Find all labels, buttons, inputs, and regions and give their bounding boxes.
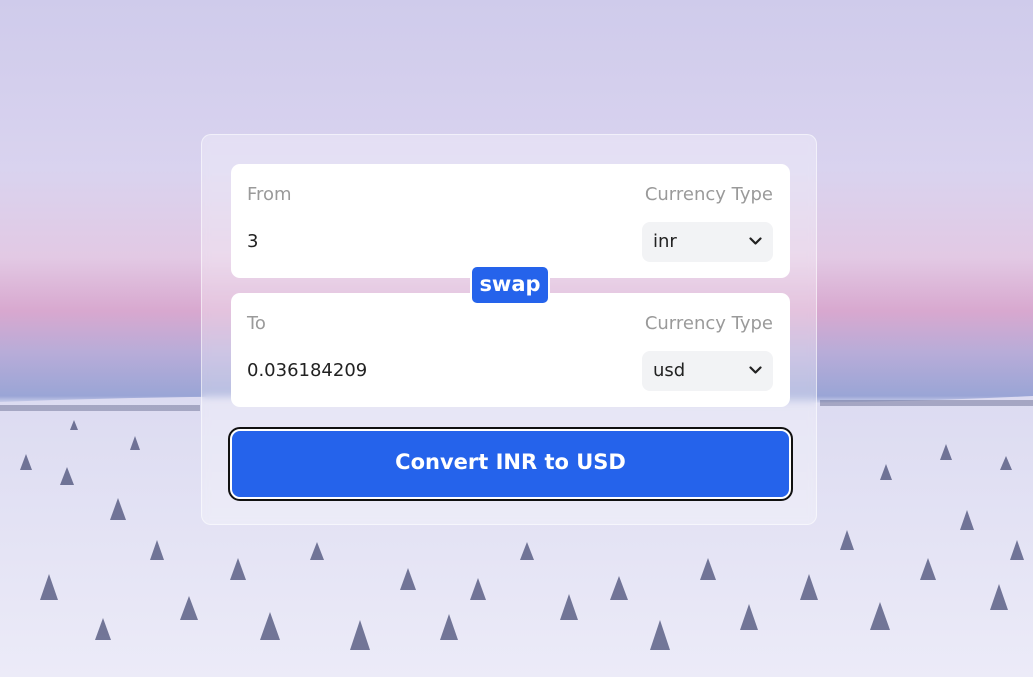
swap-button[interactable]: swap xyxy=(470,265,550,305)
to-label: To xyxy=(247,313,266,334)
chevron-down-icon xyxy=(749,237,762,245)
converter-card: From Currency Type inr To Currency Type … xyxy=(201,134,817,525)
to-currency-value: usd xyxy=(653,360,686,381)
from-currency-type-label: Currency Type xyxy=(644,184,773,205)
from-label: From xyxy=(247,184,292,205)
convert-button[interactable]: Convert INR to USD xyxy=(228,427,793,501)
from-currency-select[interactable]: inr xyxy=(642,222,773,262)
from-currency-value: inr xyxy=(653,231,677,252)
to-amount-input[interactable] xyxy=(247,355,607,385)
from-amount-input[interactable] xyxy=(247,226,607,256)
to-currency-select[interactable]: usd xyxy=(642,351,773,391)
from-panel: From Currency Type inr xyxy=(231,164,790,278)
to-panel: To Currency Type usd xyxy=(231,293,790,407)
to-currency-type-label: Currency Type xyxy=(644,313,773,334)
chevron-down-icon xyxy=(749,366,762,374)
